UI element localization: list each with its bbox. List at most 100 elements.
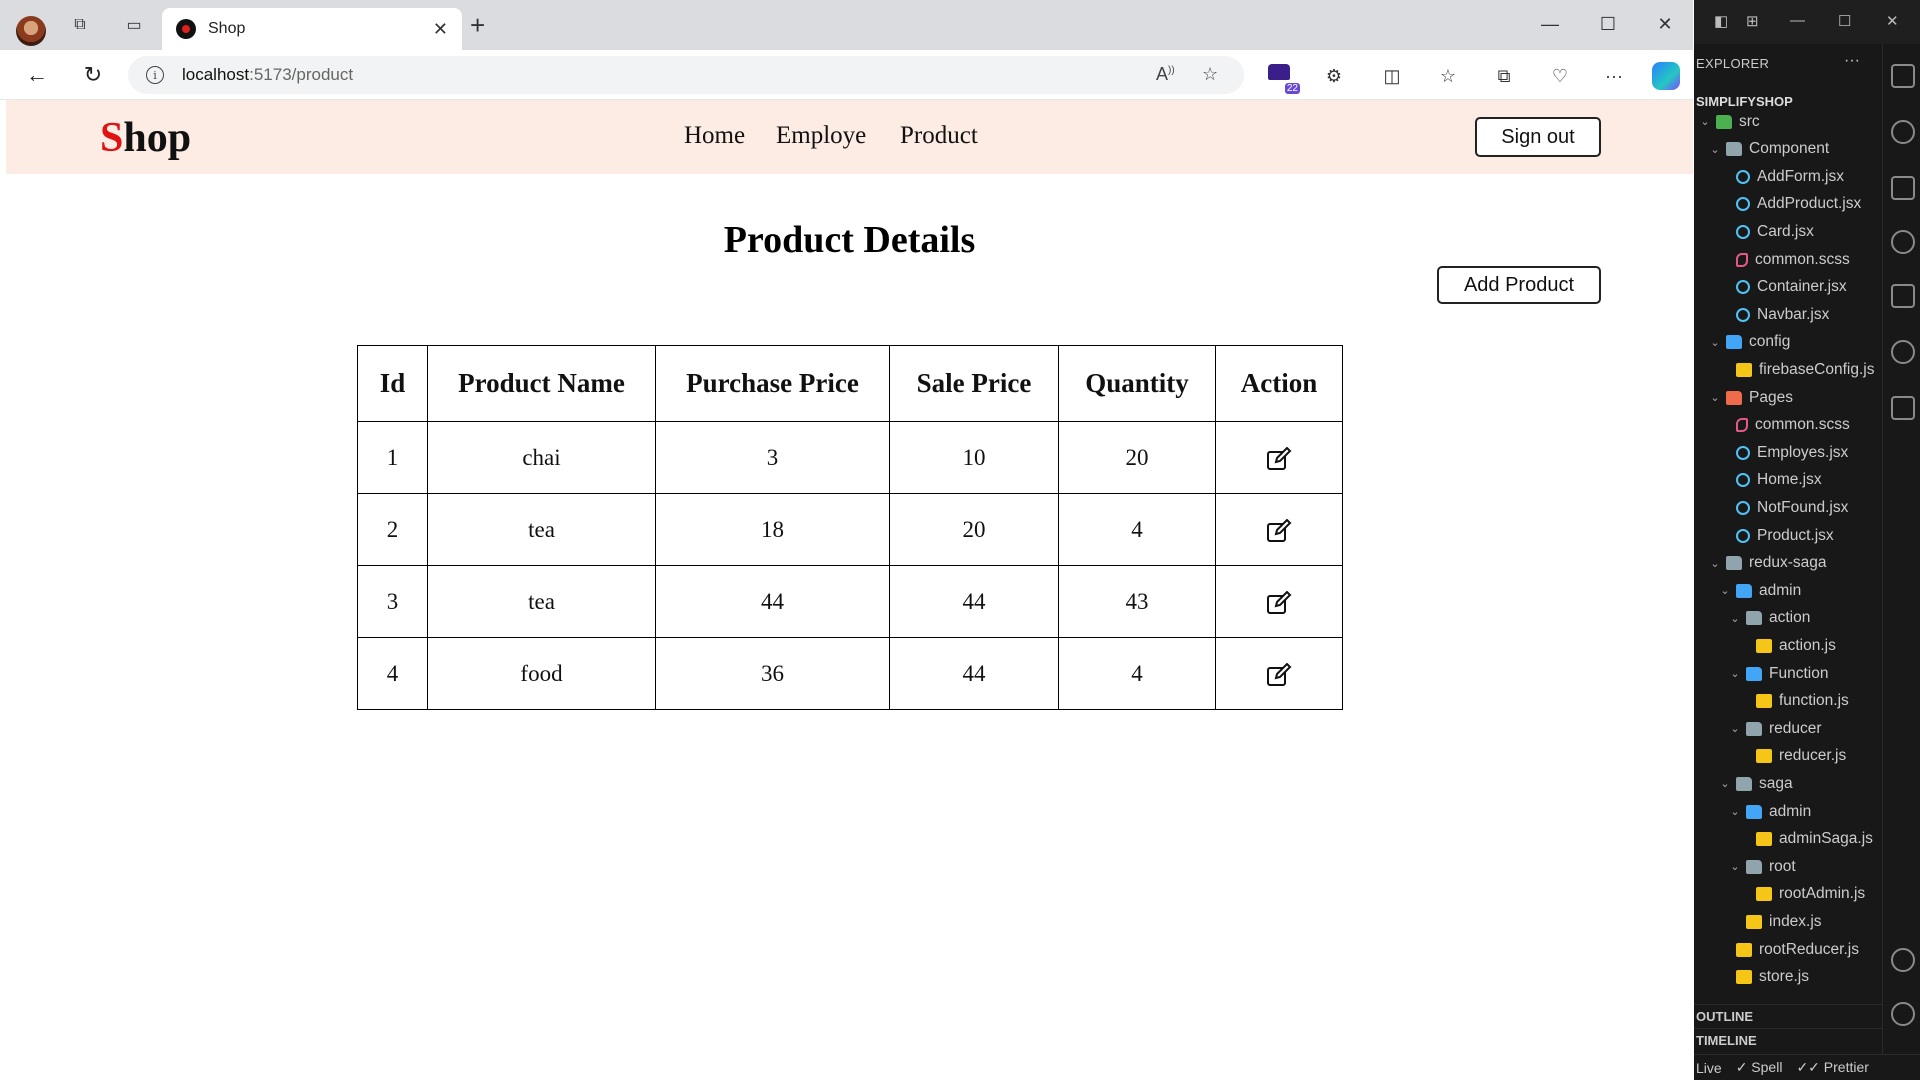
minimize-icon[interactable]: — [1790, 12, 1805, 29]
tree-folder[interactable]: ⌄ Function [1694, 660, 1828, 687]
tree-file[interactable]: rootReducer.js [1694, 936, 1859, 963]
maximize-icon[interactable]: ☐ [1838, 12, 1851, 30]
tree-item-label: action.js [1779, 636, 1836, 654]
minimize-icon[interactable]: — [1530, 10, 1570, 38]
layout-icon[interactable]: ⊞ [1746, 12, 1759, 30]
tab-shop[interactable]: Shop ✕ [162, 8, 462, 50]
account-icon[interactable] [1891, 948, 1915, 972]
search-icon[interactable] [1891, 120, 1915, 144]
workspaces-icon[interactable]: ⧉ [68, 13, 92, 37]
tree-folder[interactable]: ⌄ action [1694, 605, 1810, 632]
header-product-name: Product Name [427, 345, 656, 422]
add-product-button[interactable]: Add Product [1437, 266, 1601, 304]
tree-folder[interactable]: ⌄ saga [1694, 770, 1792, 797]
collections-icon[interactable]: ⧉ [1490, 62, 1518, 90]
tree-file[interactable]: Employes.jsx [1694, 439, 1848, 466]
cell-quantity: 43 [1058, 565, 1216, 638]
cell-quantity: 20 [1058, 421, 1216, 494]
tree-folder[interactable]: ⌄ reducer [1694, 715, 1821, 742]
extension-badge-icon[interactable]: 22 [1268, 64, 1300, 94]
tree-folder[interactable]: ⌄ src [1694, 114, 1759, 135]
source-control-icon[interactable] [1891, 230, 1915, 254]
tree-file[interactable]: index.js [1694, 908, 1822, 935]
edit-icon[interactable] [1266, 662, 1292, 687]
tree-folder[interactable]: ⌄ root [1694, 853, 1795, 880]
testing-icon[interactable] [1891, 396, 1915, 420]
tree-item-label: redux-saga [1749, 554, 1827, 572]
tree-file[interactable]: function.js [1694, 688, 1849, 715]
nav-link-product[interactable]: Product [900, 122, 978, 150]
settings-gear-icon[interactable] [1891, 1002, 1915, 1026]
tab-actions-icon[interactable]: ▭ [122, 13, 146, 37]
favorite-star-icon[interactable]: ☆ [1202, 64, 1218, 85]
outline-section[interactable]: OUTLINE [1694, 1004, 1882, 1028]
activity-bar [1882, 44, 1920, 1080]
tree-file[interactable]: firebaseConfig.js [1694, 356, 1874, 383]
tree-file[interactable]: Product.jsx [1694, 522, 1834, 549]
tree-file[interactable]: App.jsx [1694, 991, 1798, 994]
nav-link-employe[interactable]: Employe [776, 122, 866, 150]
brand-logo[interactable]: Shop [100, 114, 191, 162]
edit-icon[interactable] [1266, 590, 1292, 615]
tree-folder[interactable]: ⌄ admin [1694, 577, 1801, 604]
copilot-icon[interactable] [1652, 62, 1680, 90]
lightning-icon[interactable] [1891, 340, 1915, 364]
edit-icon[interactable] [1266, 446, 1292, 471]
tree-file[interactable]: Home.jsx [1694, 467, 1822, 494]
nav-link-home[interactable]: Home [684, 122, 745, 150]
tree-file[interactable]: action.js [1694, 632, 1836, 659]
edit-icon[interactable] [1266, 518, 1292, 543]
cell-purchase-price: 44 [655, 565, 890, 638]
chevron-down-icon: ⌄ [1720, 585, 1730, 598]
tree-item-label: Component [1749, 140, 1830, 158]
status-live[interactable]: Live [1696, 1060, 1722, 1076]
table-row: 3 tea 44 44 43 [357, 565, 1343, 638]
timeline-section[interactable]: TIMELINE [1694, 1028, 1882, 1052]
tree-file[interactable]: adminSaga.js [1694, 826, 1873, 853]
refresh-icon[interactable]: ↻ [80, 62, 106, 88]
tree-file[interactable]: rootAdmin.js [1694, 881, 1865, 908]
tree-folder[interactable]: ⌄ Component [1694, 136, 1829, 163]
read-aloud-icon[interactable]: A)) [1156, 64, 1175, 85]
tree-file[interactable]: AddForm.jsx [1694, 163, 1844, 190]
tree-folder[interactable]: ⌄ admin [1694, 798, 1811, 825]
new-tab-button[interactable]: + [470, 12, 485, 38]
tree-file[interactable]: NotFound.jsx [1694, 494, 1848, 521]
sign-out-button[interactable]: Sign out [1475, 117, 1601, 157]
tree-file[interactable]: Navbar.jsx [1694, 301, 1829, 328]
close-window-icon[interactable]: ✕ [1645, 10, 1685, 38]
tree-file[interactable]: common.scss [1694, 412, 1850, 439]
tree-file[interactable]: Card.jsx [1694, 218, 1814, 245]
address-bar[interactable]: i localhost:5173/product A)) ☆ [128, 56, 1244, 94]
profile-avatar[interactable] [16, 16, 46, 46]
explorer-icon[interactable] [1891, 64, 1915, 88]
tree-folder[interactable]: ⌄ config [1694, 329, 1790, 356]
tree-file[interactable]: reducer.js [1694, 743, 1846, 770]
favorites-icon[interactable]: ☆ [1434, 62, 1462, 90]
status-prettier[interactable]: ✓✓ Prettier [1796, 1059, 1868, 1076]
tree-file[interactable]: Container.jsx [1694, 274, 1847, 301]
back-arrow-icon[interactable]: ← [24, 62, 50, 88]
project-title[interactable]: SIMPLIFYSHOP [1696, 94, 1793, 109]
tree-folder[interactable]: ⌄ Pages [1694, 384, 1793, 411]
close-tab-icon[interactable]: ✕ [433, 19, 448, 40]
toggle-sidebar-icon[interactable]: ◧ [1714, 12, 1728, 30]
tree-file[interactable]: common.scss [1694, 246, 1850, 273]
maximize-icon[interactable]: ☐ [1588, 10, 1628, 38]
more-menu-icon[interactable]: ··· [1600, 62, 1628, 90]
tree-folder[interactable]: ⌄ redux-saga [1694, 550, 1827, 577]
run-debug-icon[interactable] [1891, 284, 1915, 308]
tree-file[interactable]: AddProduct.jsx [1694, 191, 1861, 218]
extensions-icon[interactable] [1891, 176, 1915, 200]
explorer-more-icon[interactable]: ··· [1844, 52, 1860, 70]
close-window-icon[interactable]: ✕ [1886, 12, 1899, 30]
browser-essentials-icon[interactable]: ♡ [1546, 62, 1574, 90]
tree-item-label: NotFound.jsx [1757, 498, 1849, 516]
cell-product-name: chai [427, 421, 656, 494]
info-icon[interactable]: i [146, 66, 164, 84]
status-spell[interactable]: ✓ Spell [1736, 1059, 1783, 1076]
tree-file[interactable]: store.js [1694, 964, 1809, 991]
split-screen-icon[interactable]: ◫ [1378, 62, 1406, 90]
cell-purchase-price: 36 [655, 637, 890, 710]
extensions-icon[interactable]: ⚙ [1320, 62, 1348, 90]
